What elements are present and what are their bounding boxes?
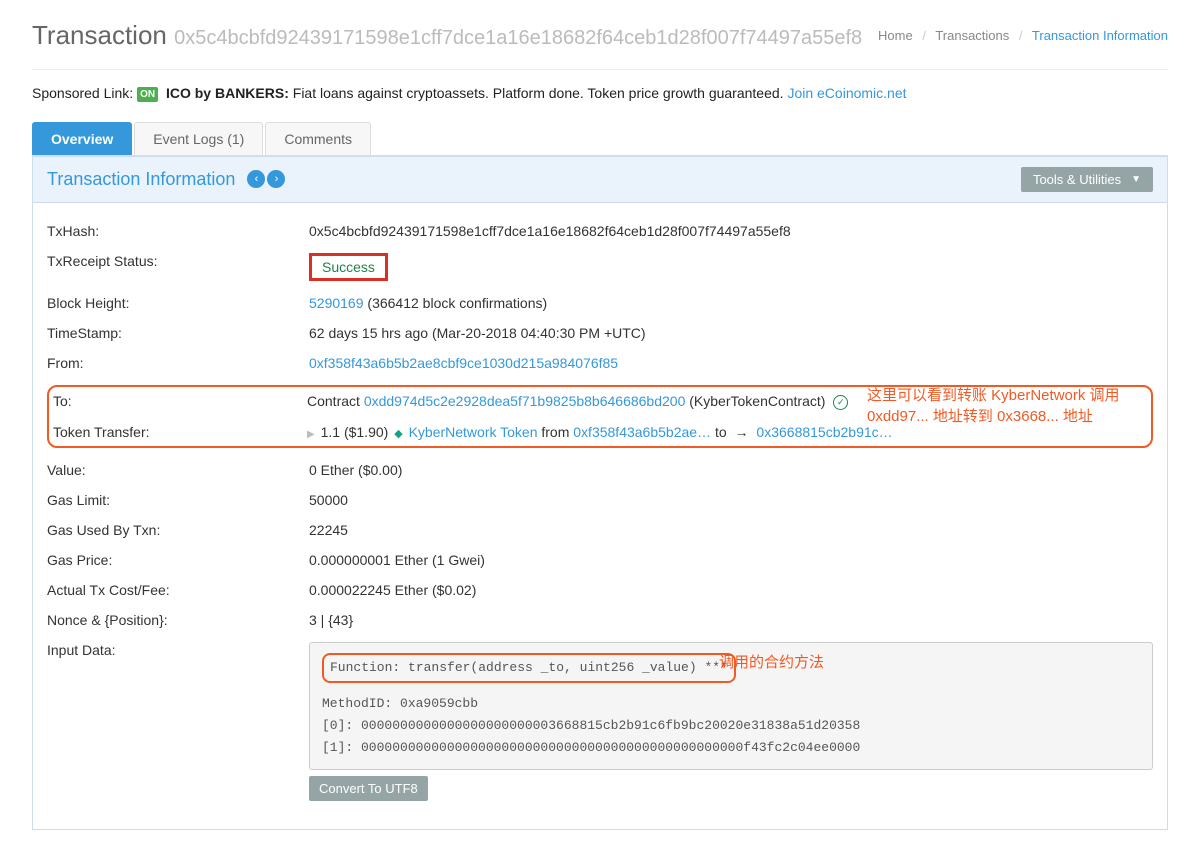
sponsor-text: Fiat loans against cryptoassets. Platfor… <box>289 85 784 101</box>
breadcrumb: Home / Transactions / Transaction Inform… <box>878 28 1168 43</box>
block-label: Block Height: <box>47 295 309 311</box>
tab-overview[interactable]: Overview <box>32 122 132 155</box>
timestamp-label: TimeStamp: <box>47 325 309 341</box>
annotation-transfer-text: 这里可以看到转账 KyberNetwork 调用 0xdd97... 地址转到 … <box>867 385 1147 427</box>
sponsor-icon: ON <box>137 87 158 102</box>
sponsor-bold: ICO by BANKERS: <box>166 85 289 101</box>
tabs: Overview Event Logs (1) Comments <box>32 122 1168 156</box>
transfer-to-word: to <box>711 424 730 440</box>
panel-header: Transaction Information ‹ › Tools & Util… <box>33 157 1167 203</box>
nonce-value: 3 | {43} <box>309 612 1153 628</box>
title-hash: 0x5c4bcbfd92439171598e1cff7dce1a16e18682… <box>174 27 862 49</box>
from-address-link[interactable]: 0xf358f43a6b5b2ae8cbf9ce1030d215a984076f… <box>309 355 618 371</box>
breadcrumb-current: Transaction Information <box>1032 28 1168 43</box>
transfer-token-link[interactable]: KyberNetwork Token <box>409 424 538 440</box>
to-prefix: Contract <box>307 393 364 409</box>
prev-tx-button[interactable]: ‹ <box>247 170 265 188</box>
txhash-label: TxHash: <box>47 223 309 239</box>
value-value: 0 Ether ($0.00) <box>309 462 1153 478</box>
sponsored-link: Sponsored Link: ON ICO by BANKERS: Fiat … <box>32 85 1168 102</box>
status-highlight-box: Success <box>309 253 388 281</box>
sponsor-join-link[interactable]: Join eCoinomic.net <box>787 85 906 101</box>
transfer-amount: 1.1 ($1.90) <box>317 424 393 440</box>
panel-title: Transaction Information ‹ › <box>47 169 285 190</box>
method-id: MethodID: 0xa9059cbb <box>322 693 1140 715</box>
breadcrumb-transactions[interactable]: Transactions <box>935 28 1009 43</box>
gasprice-label: Gas Price: <box>47 552 309 568</box>
status-label: TxReceipt Status: <box>47 253 309 269</box>
from-label: From: <box>47 355 309 371</box>
next-tx-button[interactable]: › <box>267 170 285 188</box>
verified-icon: ✓ <box>833 395 848 410</box>
caret-down-icon: ▼ <box>1131 174 1141 185</box>
annotation-method-text: 调用的合约方法 <box>719 652 824 673</box>
to-contract-link[interactable]: 0xdd974d5c2e2928dea5f71b9825b8b646686bd2… <box>364 393 686 409</box>
to-suffix: (KyberTokenContract) <box>685 393 829 409</box>
function-signature: Function: transfer(address _to, uint256 … <box>322 653 736 683</box>
convert-utf8-button[interactable]: Convert To UTF8 <box>309 776 428 801</box>
gasused-label: Gas Used By Txn: <box>47 522 309 538</box>
cost-label: Actual Tx Cost/Fee: <box>47 582 309 598</box>
sponsored-label: Sponsored Link: <box>32 85 133 101</box>
tools-utilities-button[interactable]: Tools & Utilities▼ <box>1021 167 1153 192</box>
breadcrumb-home[interactable]: Home <box>878 28 913 43</box>
token-icon: ◆ <box>394 428 402 440</box>
status-value: Success <box>322 259 375 275</box>
to-label: To: <box>53 393 307 409</box>
input-arg-0: [0]: 0000000000000000000000003668815cb2b… <box>322 715 1140 737</box>
gasused-value: 22245 <box>309 522 1153 538</box>
value-label: Value: <box>47 462 309 478</box>
gaslimit-value: 50000 <box>309 492 1153 508</box>
gasprice-value: 0.000000001 Ether (1 Gwei) <box>309 552 1153 568</box>
transfer-from-word: from <box>537 424 573 440</box>
inputdata-label: Input Data: <box>47 642 309 658</box>
tab-event-logs[interactable]: Event Logs (1) <box>134 122 263 155</box>
block-confirmations: (366412 block confirmations) <box>364 295 548 311</box>
arrow-icon: → <box>735 424 749 440</box>
input-arg-1: [1]: 00000000000000000000000000000000000… <box>322 737 1140 759</box>
page-title: Transaction 0x5c4bcbfd92439171598e1cff7d… <box>32 20 862 51</box>
txhash-value: 0x5c4bcbfd92439171598e1cff7dce1a16e18682… <box>309 223 1153 239</box>
transfer-label: Token Transfer: <box>53 424 307 440</box>
title-text: Transaction <box>32 20 167 50</box>
gaslimit-label: Gas Limit: <box>47 492 309 508</box>
triangle-icon: ▶ <box>307 429 315 440</box>
transfer-from-link[interactable]: 0xf358f43a6b5b2ae… <box>573 424 711 440</box>
cost-value: 0.000022245 Ether ($0.02) <box>309 582 1153 598</box>
timestamp-value: 62 days 15 hrs ago (Mar-20-2018 04:40:30… <box>309 325 1153 341</box>
nonce-label: Nonce & {Position}: <box>47 612 309 628</box>
tab-comments[interactable]: Comments <box>265 122 371 155</box>
transaction-panel: Transaction Information ‹ › Tools & Util… <box>32 156 1168 830</box>
block-height-link[interactable]: 5290169 <box>309 295 364 311</box>
